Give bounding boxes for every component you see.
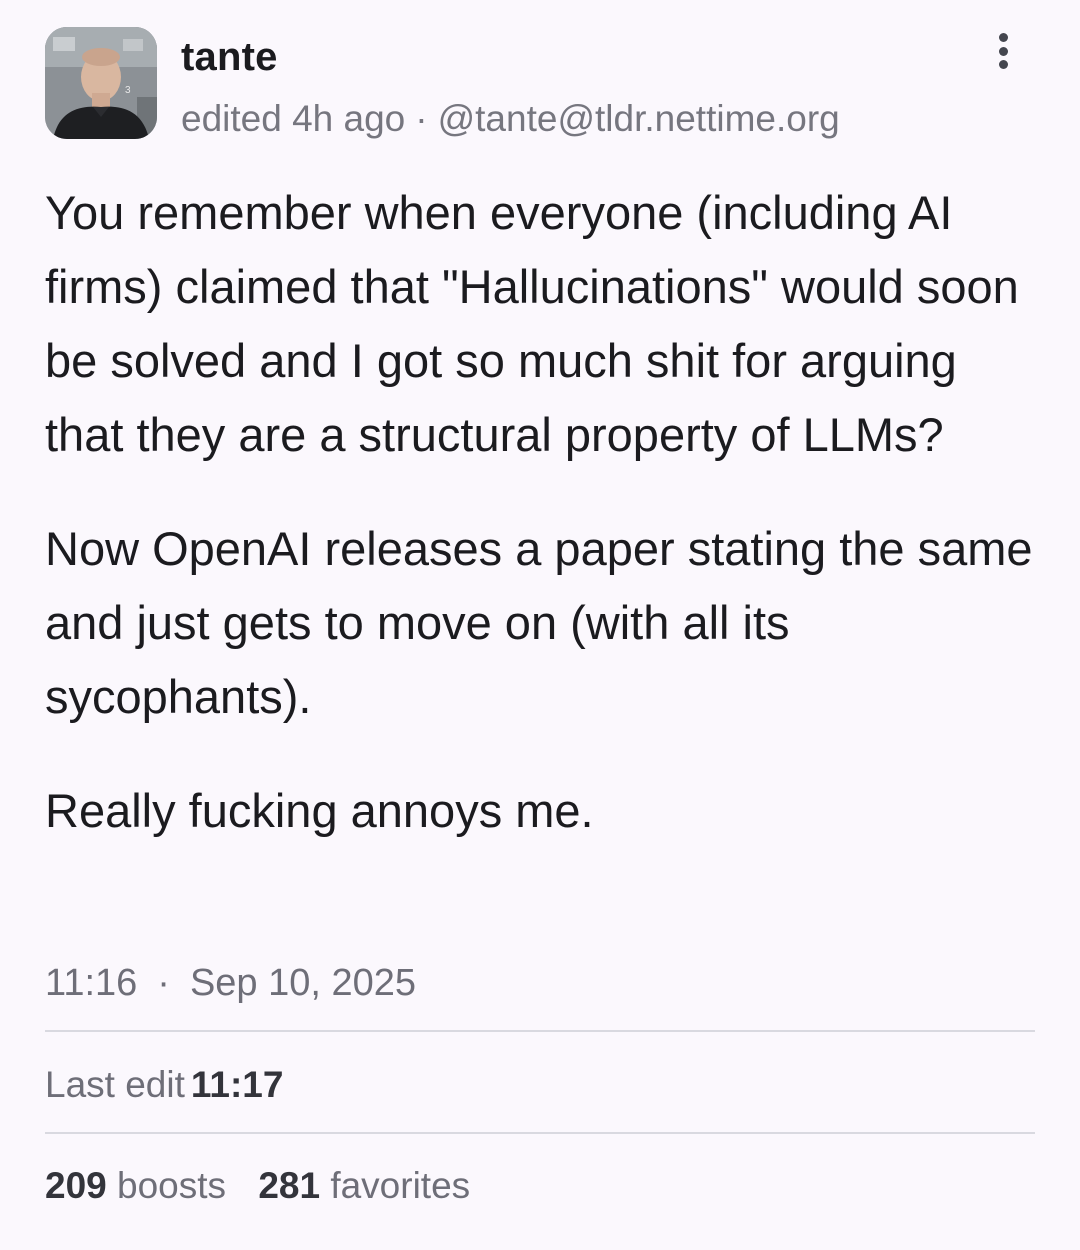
timestamp-separator: · <box>157 962 170 1004</box>
favorites-count: 281 <box>258 1165 321 1206</box>
last-edit-time: 11:17 <box>190 1064 284 1105</box>
post-header: 3 tante edited 4h ago · @tante@tldr.nettim… <box>45 27 1035 142</box>
post-date: Sep 10, 2025 <box>189 962 417 1004</box>
last-edit-row[interactable]: Last edit 11:17 <box>45 1064 283 1106</box>
post-time: 11:16 <box>45 962 138 1004</box>
author-handle[interactable]: @tante@tldr.nettime.org <box>438 98 840 139</box>
edited-label[interactable]: edited 4h ago <box>181 98 405 139</box>
boosts-count: 209 <box>45 1165 107 1206</box>
more-vertical-icon-dot <box>998 46 1008 56</box>
post-paragraph: Really fucking annoys me. <box>45 784 594 837</box>
favorites-stat[interactable]: 281 favorites <box>258 1165 470 1206</box>
meta-separator: · <box>415 98 428 139</box>
post-stats: 209 boosts 281 favorites <box>45 1165 470 1207</box>
post-detail: 3 tante edited 4h ago · @tante@tldr.nettim… <box>0 0 1080 1250</box>
author-display-name[interactable]: tante <box>181 35 278 80</box>
author-meta: edited 4h ago · @tante@tldr.nettime.org <box>181 98 840 140</box>
post-paragraph: You remember when everyone (including AI… <box>45 186 1019 461</box>
avatar-photo: 3 <box>45 27 157 139</box>
last-edit-label: Last edit <box>45 1064 185 1105</box>
post-paragraph: Now OpenAI releases a paper stating the … <box>45 522 1033 723</box>
svg-text:3: 3 <box>125 85 131 96</box>
divider <box>45 1132 1035 1134</box>
more-options-button[interactable] <box>983 29 1023 73</box>
boosts-label: boosts <box>117 1165 227 1206</box>
favorites-label: favorites <box>330 1165 471 1206</box>
boosts-stat[interactable]: 209 boosts <box>45 1165 236 1206</box>
post-timestamp: 11:16 · Sep 10, 2025 <box>45 962 416 1005</box>
more-vertical-icon <box>998 33 1008 42</box>
avatar[interactable]: 3 <box>45 27 157 139</box>
divider <box>45 1030 1035 1032</box>
more-vertical-icon-dot <box>998 60 1008 69</box>
post-content: You remember when everyone (including AI… <box>45 176 1035 888</box>
